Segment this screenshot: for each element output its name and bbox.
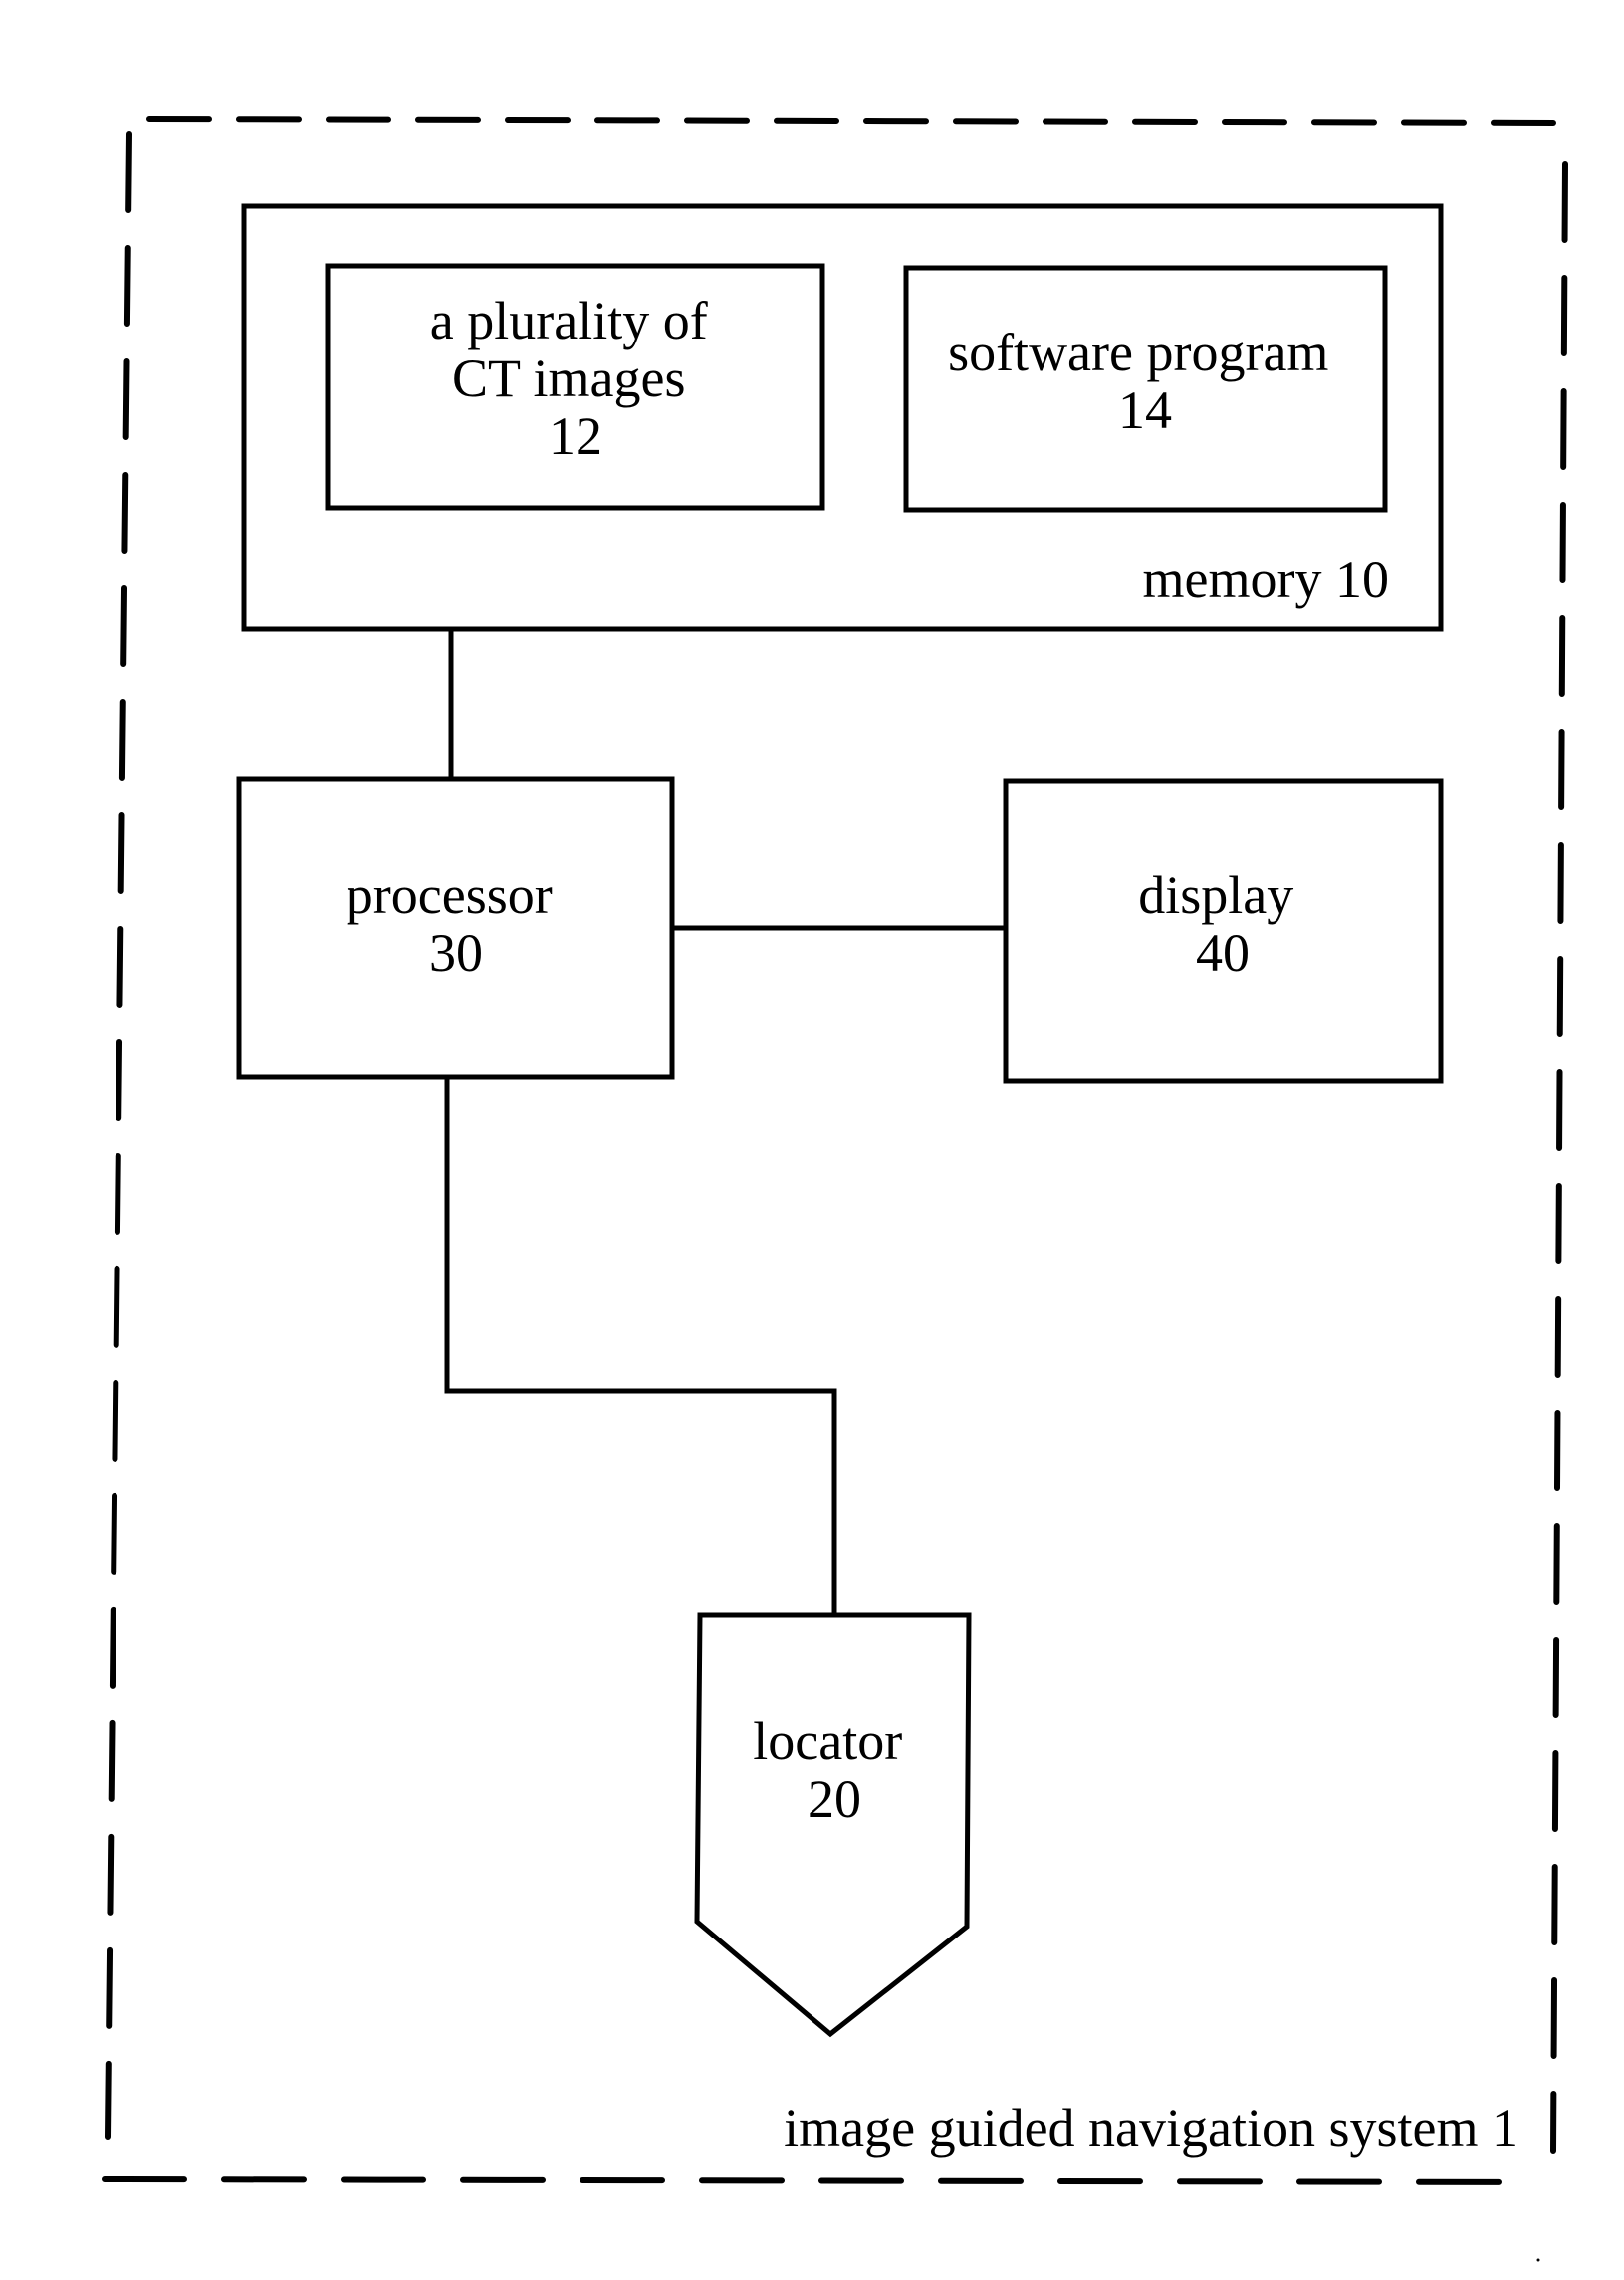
boundary-left	[105, 131, 132, 2140]
display-label-line2: 40	[1196, 923, 1250, 983]
navigation-system-diagram: memory 10 a plurality of CT images 12 so…	[102, 116, 1568, 2262]
processor-block: processor 30	[236, 776, 675, 1080]
software-program-block: software program 14	[903, 265, 1388, 513]
locator-label-line2: 20	[808, 1769, 861, 1829]
locator-label-line1: locator	[753, 1711, 902, 1771]
display-block: display 40	[1003, 778, 1444, 1084]
locator-block: locator 20	[694, 1612, 972, 2038]
scan-speck	[1536, 2258, 1540, 2262]
boundary-bottom	[102, 2176, 1536, 2185]
system-label: image guided navigation system 1	[784, 2098, 1518, 2158]
ct-images-block: a plurality of CT images 12	[325, 263, 825, 511]
ct-images-label-line2: CT images	[452, 348, 685, 408]
processor-label-line1: processor	[347, 865, 553, 925]
boundary-top	[146, 116, 1566, 126]
ct-images-label-line1: a plurality of	[430, 291, 708, 350]
boundary-right	[1550, 161, 1568, 2154]
connectors	[444, 627, 1004, 1615]
display-label-line1: display	[1138, 865, 1293, 925]
memory-label: memory 10	[1143, 550, 1389, 609]
software-program-label-line1: software program	[948, 323, 1328, 382]
software-program-label-line2: 14	[1118, 380, 1172, 440]
connector-processor-locator	[444, 1077, 837, 1615]
memory-block: memory 10 a plurality of CT images 12 so…	[241, 203, 1444, 632]
processor-label-line2: 30	[429, 923, 483, 983]
ct-images-label-line3: 12	[549, 406, 602, 466]
